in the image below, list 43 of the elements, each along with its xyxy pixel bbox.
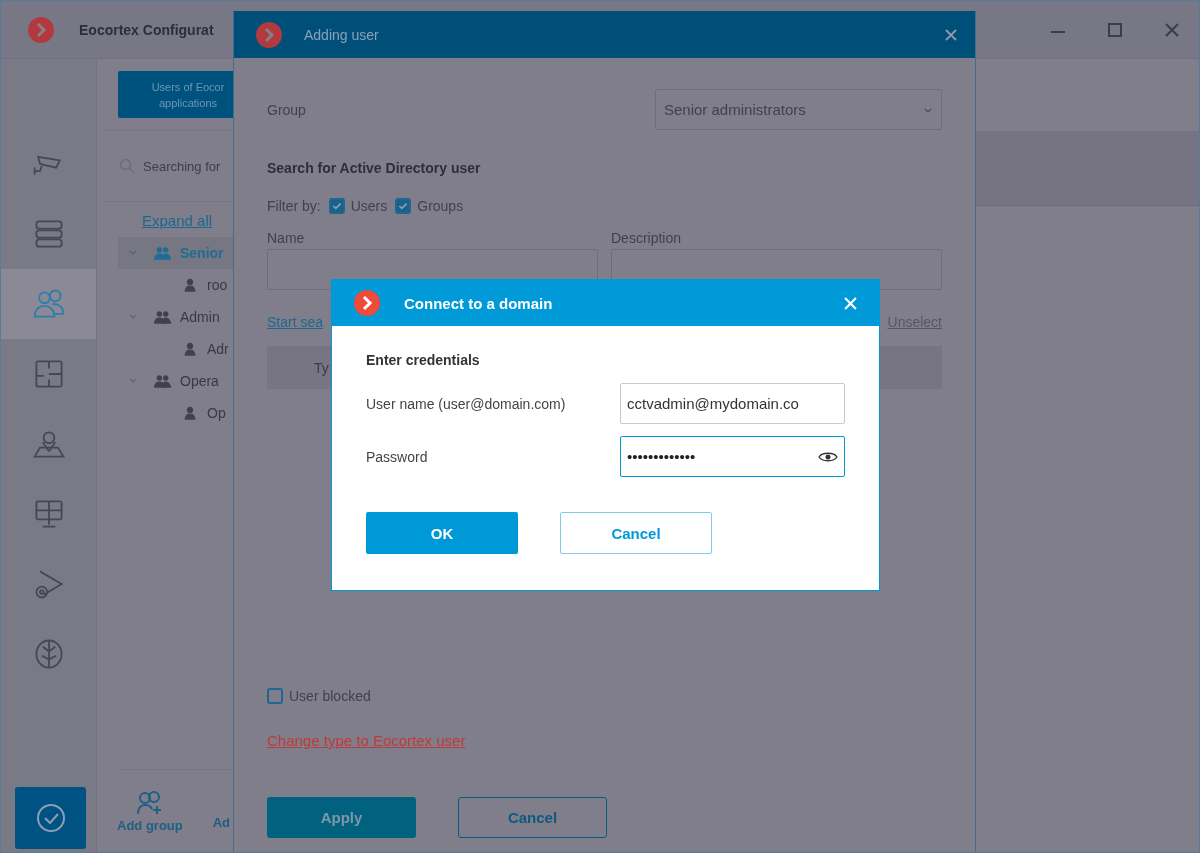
- filter-checkbox[interactable]: Groups: [395, 198, 464, 214]
- ok-button[interactable]: OK: [366, 512, 518, 554]
- dialog-title: Connect to a domain: [404, 294, 553, 312]
- tree-label: Senior: [180, 245, 224, 261]
- column-header: Ty: [314, 359, 329, 376]
- tree-item[interactable]: Op: [118, 397, 331, 429]
- user-group-icon: [154, 309, 172, 325]
- cancel-button[interactable]: Cancel: [458, 797, 607, 838]
- group-dropdown[interactable]: Senior administrators: [655, 89, 942, 130]
- description-label: Description: [611, 230, 683, 246]
- dialog-title: Adding user: [304, 26, 379, 43]
- nav-item[interactable]: [1, 269, 96, 339]
- filter-checkbox[interactable]: Users: [328, 198, 388, 214]
- apply-changes-button[interactable]: [15, 787, 86, 849]
- toolbar-button[interactable]: Ad: [212, 814, 231, 830]
- start-search-link[interactable]: Start sea: [267, 314, 324, 330]
- close-icon[interactable]: [945, 28, 957, 41]
- tree-label: Adr: [207, 341, 229, 357]
- user-blocked-checkbox[interactable]: User blocked: [267, 688, 942, 704]
- group-label: Group: [267, 101, 306, 118]
- username-field[interactable]: cctvadmin@mydomain.co: [620, 383, 845, 424]
- add-group-button[interactable]: Add group: [117, 789, 183, 833]
- logo-icon: [256, 21, 282, 48]
- password-field[interactable]: •••••••••••••: [620, 436, 845, 477]
- tree-label: Op: [207, 405, 226, 421]
- tree-label: Opera: [180, 373, 219, 389]
- user-group-icon: [154, 245, 172, 261]
- change-type-link[interactable]: Change type to Eocortex user: [267, 732, 942, 749]
- section-heading: Search for Active Directory user: [267, 160, 482, 176]
- username-label: User name (user@domain.com): [366, 395, 566, 412]
- logo-icon: [28, 16, 54, 43]
- section-heading: Enter credentials: [366, 352, 481, 368]
- tree-item[interactable]: roo: [118, 269, 331, 301]
- apply-button[interactable]: Apply: [267, 797, 416, 838]
- filter-label: Filter by:: [267, 198, 321, 214]
- tree-label: roo: [207, 277, 228, 293]
- cancel-button[interactable]: Cancel: [560, 512, 712, 554]
- tree-label: Admin: [180, 309, 220, 325]
- checkmark-icon: [35, 803, 66, 833]
- user-group-icon: [154, 373, 172, 389]
- logo-icon: [354, 290, 380, 316]
- password-label: Password: [366, 448, 428, 465]
- window-title: Eocortex Configurat: [79, 21, 214, 38]
